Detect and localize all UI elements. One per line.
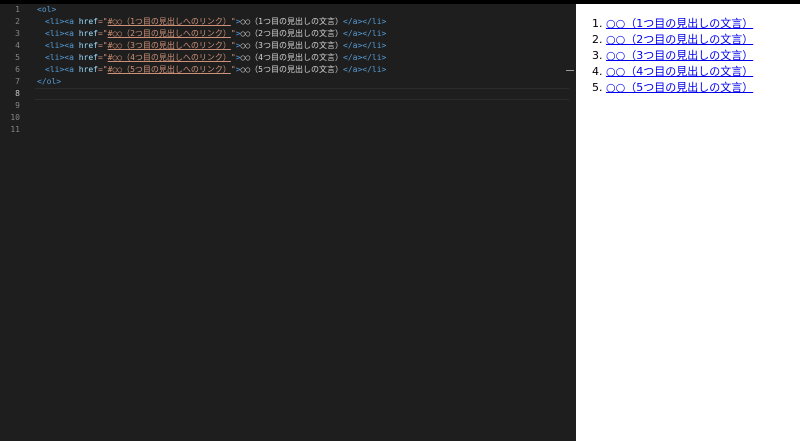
line-number: 4	[15, 41, 20, 50]
code-line[interactable]	[37, 112, 567, 124]
code-text: ○○（3つ目の見出しの文言）	[240, 41, 343, 50]
code-tag: </a></li>	[343, 29, 387, 38]
line-number: 1	[15, 5, 20, 14]
code-punct: ="	[97, 29, 108, 38]
code-text: ○○（2つ目の見出しの文言）	[240, 29, 343, 38]
code-line[interactable]	[37, 100, 567, 112]
code-tag: <li><a	[45, 17, 79, 26]
line-number: 10	[10, 113, 20, 122]
code-text: ○○（1つ目の見出しの文言）	[240, 17, 343, 26]
line-number: 6	[15, 65, 20, 74]
preview-pane: ○○（1つ目の見出しの文言） ○○（2つ目の見出しの文言） ○○（3つ目の見出し…	[576, 4, 800, 441]
code-attribute: href	[78, 53, 98, 62]
code-tag: </a></li>	[343, 17, 387, 26]
scroll-marker	[566, 70, 574, 71]
code-tag: <li><a	[45, 29, 79, 38]
list-item: ○○（4つ目の見出しの文言）	[606, 64, 800, 80]
code-attribute: href	[78, 41, 98, 50]
code-attribute: href	[78, 17, 98, 26]
list-item: ○○（2つ目の見出しの文言）	[606, 32, 800, 48]
code-area[interactable]: <ol> <li><a href="#○○（1つ目の見出しへのリンク）">○○（…	[35, 4, 569, 441]
code-punct: ="	[97, 17, 108, 26]
code-line[interactable]: </ol>	[37, 76, 567, 88]
line-number: 3	[15, 29, 20, 38]
code-href-value: #○○（3つ目の見出しへのリンク）	[107, 41, 231, 50]
code-line[interactable]: <li><a href="#○○（2つ目の見出しへのリンク）">○○（2つ目の見…	[37, 28, 567, 40]
code-line[interactable]: <li><a href="#○○（4つ目の見出しへのリンク）">○○（4つ目の見…	[37, 52, 567, 64]
code-text: ○○（5つ目の見出しの文言）	[240, 65, 343, 74]
code-tag: <li><a	[45, 41, 79, 50]
code-tag: </a></li>	[343, 53, 387, 62]
code-attribute: href	[78, 29, 98, 38]
preview-link[interactable]: ○○（1つ目の見出しの文言）	[606, 17, 753, 30]
code-tag: <li><a	[45, 53, 79, 62]
code-tag: </ol>	[37, 77, 62, 86]
line-number-gutter: 1 2 3 4 5 6 7 8 9 10 11	[0, 4, 30, 441]
code-tag: </a></li>	[343, 65, 387, 74]
code-tag: </a></li>	[343, 41, 387, 50]
code-line[interactable]: <li><a href="#○○（5つ目の見出しへのリンク）">○○（5つ目の見…	[37, 64, 567, 76]
current-line-highlight[interactable]	[35, 88, 569, 100]
line-number: 11	[10, 125, 20, 134]
code-line[interactable]	[37, 124, 567, 136]
preview-ordered-list: ○○（1つ目の見出しの文言） ○○（2つ目の見出しの文言） ○○（3つ目の見出し…	[576, 16, 800, 96]
code-href-value: #○○（5つ目の見出しへのリンク）	[107, 65, 231, 74]
code-href-value: #○○（1つ目の見出しへのリンク）	[107, 17, 231, 26]
line-number: 7	[15, 77, 20, 86]
code-href-value: #○○（2つ目の見出しへのリンク）	[107, 29, 231, 38]
code-href-value: #○○（4つ目の見出しへのリンク）	[107, 53, 231, 62]
preview-link[interactable]: ○○（3つ目の見出しの文言）	[606, 49, 753, 62]
code-attribute: href	[78, 65, 98, 74]
preview-link[interactable]: ○○（2つ目の見出しの文言）	[606, 33, 753, 46]
code-line[interactable]: <li><a href="#○○（3つ目の見出しへのリンク）">○○（3つ目の見…	[37, 40, 567, 52]
app-window: 1 2 3 4 5 6 7 8 9 10 11 <ol> <li><a href…	[0, 0, 800, 441]
code-line[interactable]: <li><a href="#○○（1つ目の見出しへのリンク）">○○（1つ目の見…	[37, 16, 567, 28]
code-line[interactable]: <ol>	[37, 4, 567, 16]
code-punct: ="	[97, 53, 108, 62]
code-text: ○○（4つ目の見出しの文言）	[240, 53, 343, 62]
preview-link[interactable]: ○○（5つ目の見出しの文言）	[606, 81, 753, 94]
line-number: 2	[15, 17, 20, 26]
line-number: 5	[15, 53, 20, 62]
code-editor[interactable]: 1 2 3 4 5 6 7 8 9 10 11 <ol> <li><a href…	[0, 4, 576, 441]
list-item: ○○（3つ目の見出しの文言）	[606, 48, 800, 64]
code-punct: ="	[97, 41, 108, 50]
preview-link[interactable]: ○○（4つ目の見出しの文言）	[606, 65, 753, 78]
line-number-active: 8	[15, 89, 20, 98]
code-tag: <li><a	[45, 65, 79, 74]
list-item: ○○（1つ目の見出しの文言）	[606, 16, 800, 32]
line-number: 9	[15, 101, 20, 110]
code-punct: ="	[97, 65, 108, 74]
list-item: ○○（5つ目の見出しの文言）	[606, 80, 800, 96]
code-tag: <ol>	[37, 5, 57, 14]
